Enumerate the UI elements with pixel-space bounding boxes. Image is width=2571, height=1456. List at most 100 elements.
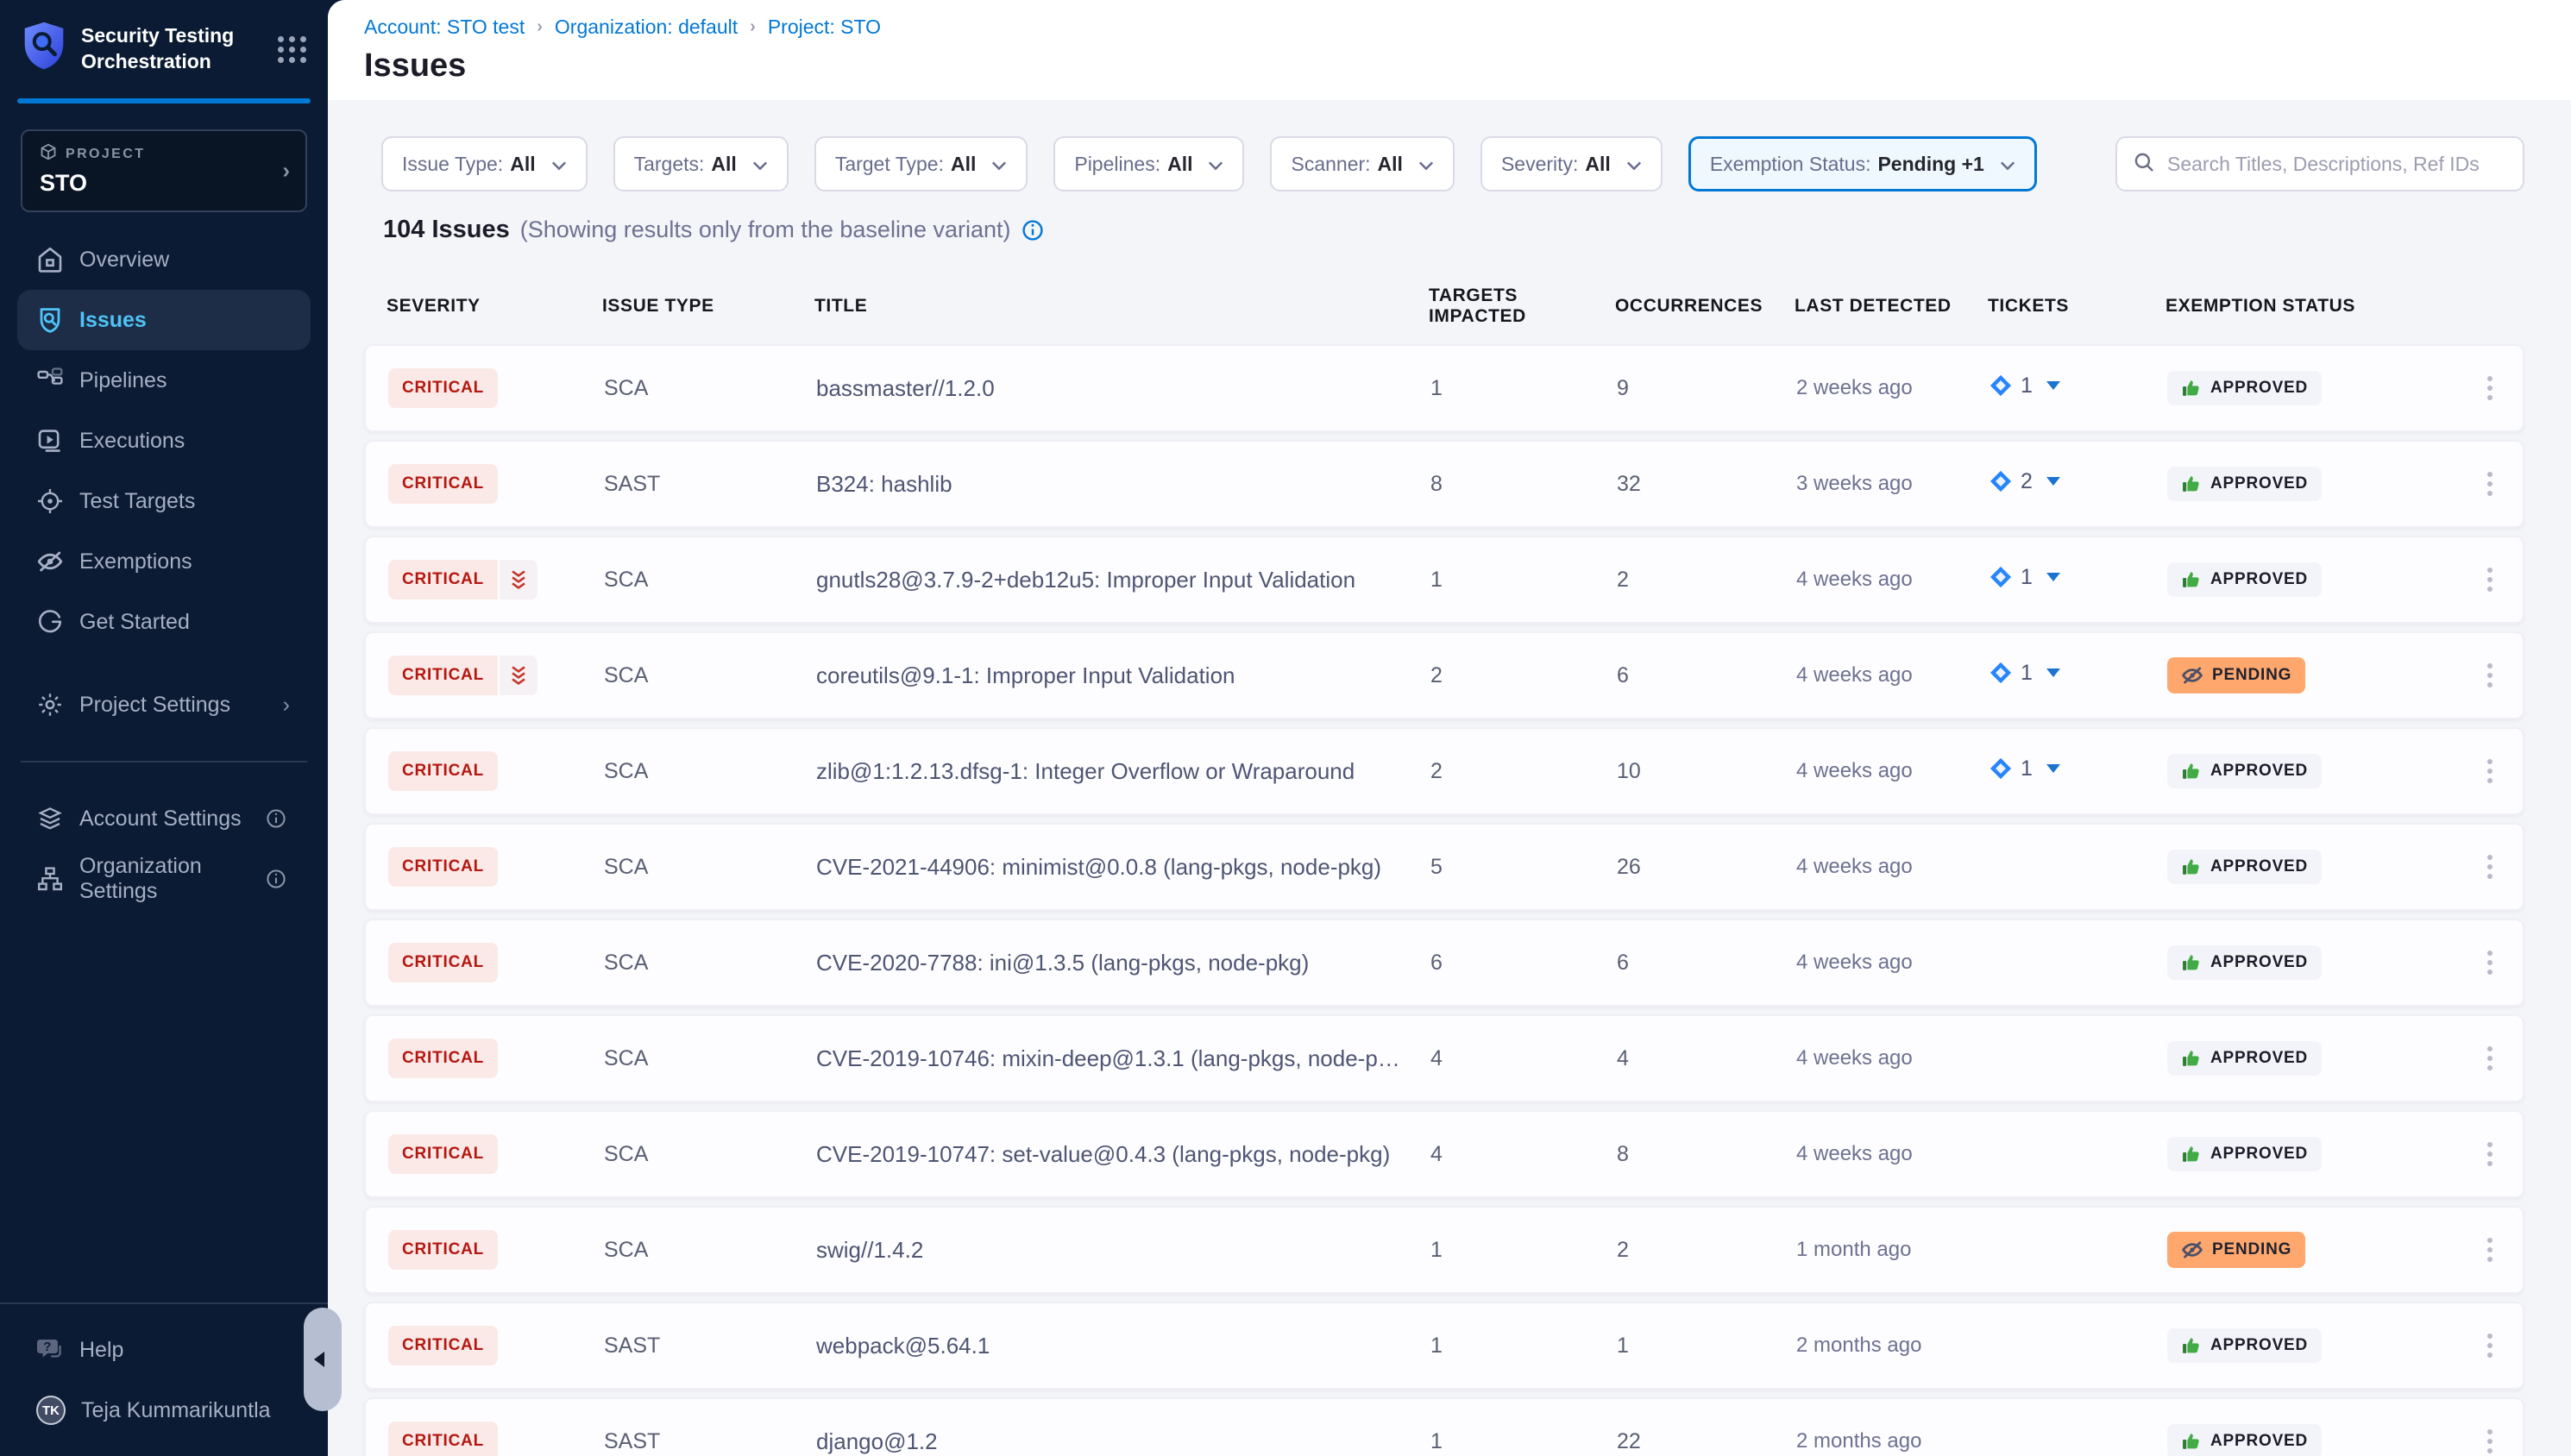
chevron-down-icon (2046, 477, 2060, 486)
severity-badge: CRITICAL (388, 1134, 498, 1174)
info-icon[interactable] (262, 808, 290, 829)
row-menu-kebab[interactable] (2473, 461, 2507, 506)
table-row[interactable]: CRITICALSASTdjango@1.21222 months agoAPP… (364, 1397, 2524, 1456)
table-row[interactable]: CRITICALSCAbassmaster//1.2.0192 weeks ag… (364, 344, 2524, 432)
row-menu-kebab[interactable] (2473, 940, 2507, 985)
table-row[interactable]: CRITICALSCACVE-2019-10747: set-value@0.4… (364, 1110, 2524, 1198)
exemption-status-badge: APPROVED (2167, 1424, 2322, 1456)
occurrences-cell: 8 (1617, 1142, 1796, 1167)
issue-type-cell: SCA (604, 376, 816, 401)
sidebar-item-account-settings[interactable]: Account Settings (17, 788, 311, 849)
row-menu-kebab[interactable] (2473, 1036, 2507, 1081)
search-box[interactable] (2115, 136, 2524, 191)
filter-issue-type[interactable]: Issue Type:All (381, 136, 588, 191)
thumbs-up-icon (2181, 1144, 2202, 1164)
thumbs-up-icon (2181, 1431, 2202, 1452)
row-menu-kebab[interactable] (2473, 1323, 2507, 1368)
severity-cell: CRITICAL (388, 1039, 604, 1078)
severity-badge: CRITICAL (388, 1230, 498, 1270)
filter-value: All (1585, 153, 1610, 176)
project-selector[interactable]: PROJECT STO › (21, 129, 307, 212)
breadcrumb-organization-link[interactable]: Organization: default (555, 16, 738, 39)
ticket-link[interactable]: 1 (1990, 373, 2060, 399)
exemption-status-cell: APPROVED (2167, 562, 2466, 597)
sidebar-item-project-settings[interactable]: Project Settings › (17, 675, 311, 735)
sidebar-item-organization-settings[interactable]: Organization Settings (17, 849, 311, 909)
table-row[interactable]: CRITICALSCAcoreutils@9.1-1: Improper Inp… (364, 631, 2524, 719)
table-row[interactable]: CRITICALSCACVE-2020-7788: ini@1.3.5 (lan… (364, 919, 2524, 1007)
column-header-severity: SEVERITY (387, 296, 602, 317)
table-row[interactable]: CRITICALSASTwebpack@5.64.1112 months ago… (364, 1302, 2524, 1390)
issue-type-cell: SCA (604, 1142, 816, 1167)
table-row[interactable]: CRITICALSCACVE-2021-44906: minimist@0.0.… (364, 823, 2524, 911)
sidebar-item-pipelines[interactable]: Pipelines (17, 350, 311, 411)
filter-exemption-status[interactable]: Exemption Status:Pending +1 (1688, 136, 2037, 191)
severity-label: CRITICAL (388, 560, 498, 599)
exemption-status-cell: APPROVED (2167, 945, 2466, 980)
filter-target-type[interactable]: Target Type:All (814, 136, 1028, 191)
row-menu-cell (2466, 366, 2523, 411)
issue-title: swig//1.4.2 (816, 1237, 1430, 1264)
filter-severity[interactable]: Severity:All (1480, 136, 1663, 191)
filter-value: All (1167, 153, 1192, 176)
ticket-link[interactable]: 1 (1990, 565, 2060, 590)
severity-cell: CRITICAL (388, 847, 604, 887)
breadcrumb-account-link[interactable]: Account: STO test (364, 16, 525, 39)
row-menu-kebab[interactable] (2473, 1419, 2507, 1456)
search-input[interactable] (2167, 153, 2507, 176)
row-menu-kebab[interactable] (2473, 366, 2507, 411)
sidebar-item-help[interactable]: ? Help (17, 1320, 311, 1380)
filter-value: All (510, 153, 535, 176)
table-row[interactable]: CRITICALSCAzlib@1:1.2.13.dfsg-1: Integer… (364, 727, 2524, 815)
sidebar-item-get-started[interactable]: Get Started (17, 592, 311, 652)
sidebar-item-issues[interactable]: Issues (17, 290, 311, 350)
filter-label: Scanner: (1291, 153, 1370, 176)
sidebar: Security Testing Orchestration PROJECT S… (0, 0, 328, 1456)
exemption-status-label: APPROVED (2210, 953, 2308, 972)
sidebar-item-test-targets[interactable]: Test Targets (17, 471, 311, 531)
search-icon (2133, 148, 2155, 180)
eye-off-icon (36, 548, 64, 575)
filter-targets[interactable]: Targets:All (613, 136, 789, 191)
exemption-status-cell: APPROVED (2167, 1137, 2466, 1171)
ticket-link[interactable]: 1 (1990, 661, 2060, 686)
row-menu-kebab[interactable] (2473, 844, 2507, 889)
module-grid-icon[interactable] (278, 36, 307, 63)
exemption-status-cell: APPROVED (2167, 1424, 2466, 1456)
ticket-link[interactable]: 2 (1990, 469, 2060, 494)
chevron-down-icon (1208, 153, 1223, 176)
sidebar-collapse-handle[interactable] (304, 1308, 342, 1411)
last-detected-cell: 4 weeks ago (1796, 855, 1990, 879)
table-row[interactable]: CRITICALSCAgnutls28@3.7.9-2+deb12u5: Imp… (364, 536, 2524, 624)
exemption-status-label: APPROVED (2210, 1145, 2308, 1164)
exemption-status-cell: APPROVED (2167, 467, 2466, 501)
info-icon[interactable] (1021, 219, 1044, 242)
row-menu-kebab[interactable] (2473, 749, 2507, 794)
filter-pipelines[interactable]: Pipelines:All (1053, 136, 1244, 191)
exemption-status-cell: APPROVED (2167, 754, 2466, 788)
chevron-down-icon (752, 153, 768, 176)
table-row[interactable]: CRITICALSCACVE-2019-10746: mixin-deep@1.… (364, 1014, 2524, 1102)
table-row[interactable]: CRITICALSCAswig//1.4.2121 month agoPENDI… (364, 1206, 2524, 1294)
row-menu-kebab[interactable] (2473, 1227, 2507, 1272)
column-header-exemption-status: EXEMPTION STATUS (2166, 296, 2464, 317)
sidebar-item-overview[interactable]: Overview (17, 229, 311, 290)
breadcrumb-project-link[interactable]: Project: STO (768, 16, 881, 39)
project-name: STO (40, 170, 288, 197)
targets-impacted-cell: 1 (1430, 376, 1617, 401)
severity-cell: CRITICAL (388, 464, 604, 504)
exemption-status-cell: APPROVED (2167, 1328, 2466, 1363)
row-menu-kebab[interactable] (2473, 653, 2507, 698)
row-menu-cell (2466, 749, 2523, 794)
sidebar-item-exemptions[interactable]: Exemptions (17, 531, 311, 592)
table-row[interactable]: CRITICALSASTB324: hashlib8323 weeks ago2… (364, 440, 2524, 528)
sidebar-item-executions[interactable]: Executions (17, 411, 311, 471)
ticket-link[interactable]: 1 (1990, 756, 2060, 781)
filter-scanner[interactable]: Scanner:All (1270, 136, 1454, 191)
row-menu-kebab[interactable] (2473, 1132, 2507, 1177)
last-detected-cell: 1 month ago (1796, 1238, 1990, 1262)
row-menu-kebab[interactable] (2473, 557, 2507, 602)
info-icon[interactable] (262, 869, 290, 889)
user-profile[interactable]: TK Teja Kummarikuntla (17, 1380, 311, 1440)
severity-label: CRITICAL (388, 1134, 498, 1174)
